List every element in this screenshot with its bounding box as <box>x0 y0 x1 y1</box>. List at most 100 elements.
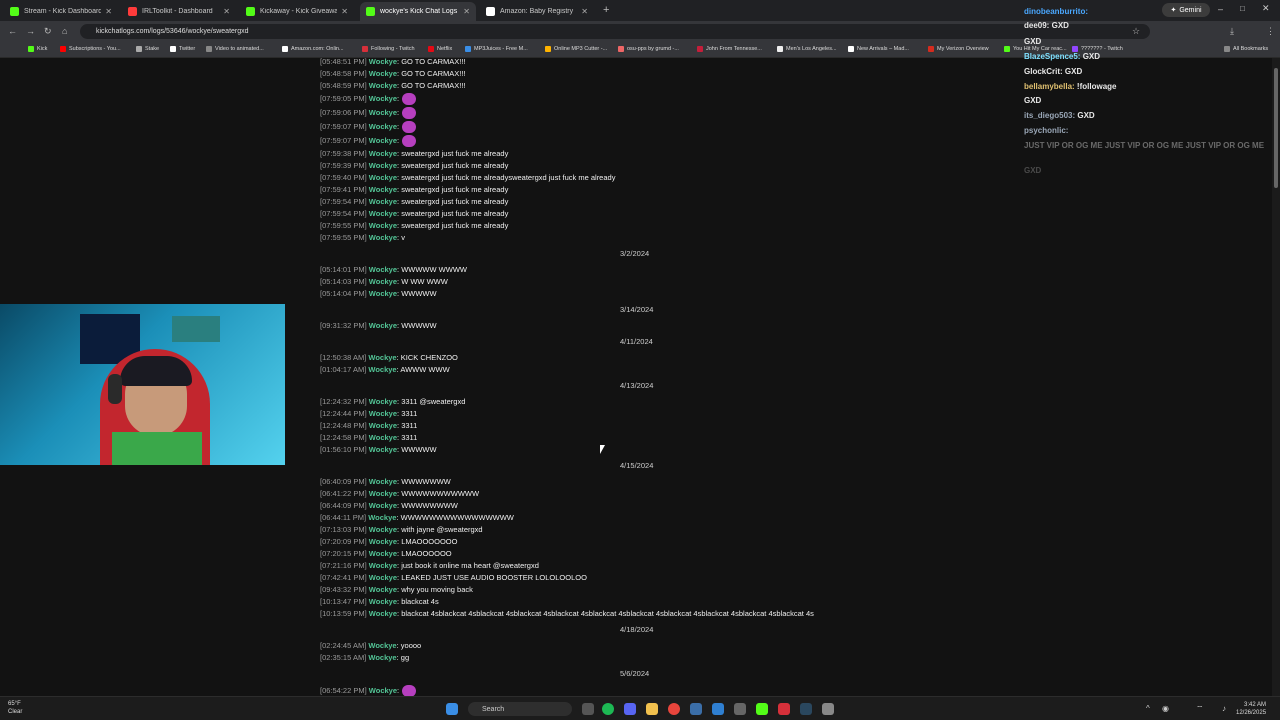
username[interactable]: Wockye <box>369 609 397 618</box>
chrome-icon[interactable] <box>668 703 680 715</box>
reload-icon[interactable]: ↻ <box>44 26 52 37</box>
tab-2[interactable]: IRLToolkit - Dashboard ✕ <box>122 2 236 21</box>
volume-icon[interactable]: ♪ <box>1222 704 1226 713</box>
tray-network-icon[interactable]: ⌔ <box>1196 704 1204 714</box>
chat-log-row: [05:48:59 PM] Wockye: GO TO CARMAX!!! <box>320 81 466 90</box>
steam-icon[interactable] <box>800 703 812 715</box>
message-text: LMAOOOOOO <box>401 549 452 558</box>
forward-icon[interactable]: → <box>26 26 35 36</box>
username[interactable]: Wockye <box>368 513 396 522</box>
username[interactable]: Wockye <box>369 445 397 454</box>
kick-icon[interactable] <box>756 703 768 715</box>
task-view-icon[interactable] <box>582 703 594 715</box>
timestamp: [07:59:39 PM] <box>320 161 367 170</box>
back-icon[interactable]: ← <box>8 26 17 36</box>
tray-app-icon[interactable]: ◉ <box>1162 704 1169 713</box>
bookmark-item[interactable]: Twitter <box>170 46 195 52</box>
username[interactable]: Wockye <box>369 58 397 66</box>
bookmark-item[interactable]: John From Tennesse... <box>697 46 762 52</box>
username[interactable]: Wockye <box>369 81 397 90</box>
username[interactable]: Wockye <box>369 501 397 510</box>
username[interactable]: Wockye <box>369 561 397 570</box>
username[interactable]: Wockye <box>368 353 396 362</box>
bookmark-item[interactable]: New Arrivals – Mad... <box>848 46 909 52</box>
username[interactable]: Wockye <box>369 265 397 274</box>
taskbar-search[interactable]: Search <box>468 702 572 716</box>
tab-4[interactable]: wockye's Kick Chat Logs in swe ✕ <box>360 2 476 21</box>
bookmark-item[interactable]: Subscriptions - You... <box>60 46 121 52</box>
username[interactable]: Wockye <box>369 686 397 695</box>
file-explorer-icon[interactable] <box>646 703 658 715</box>
username[interactable]: Wockye <box>369 489 397 498</box>
bookmark-item[interactable]: Amazon.com: Onlin... <box>282 46 344 52</box>
username[interactable]: Wockye <box>369 136 397 145</box>
close-tab-icon[interactable]: ✕ <box>341 7 348 16</box>
username[interactable]: Wockye <box>368 641 396 650</box>
username[interactable]: Wockye <box>369 221 397 230</box>
username[interactable]: Wockye <box>369 549 397 558</box>
username[interactable]: Wockye <box>369 122 397 131</box>
bookmark-item[interactable]: Following - Twitch <box>362 46 415 52</box>
app-icon-3[interactable] <box>734 703 746 715</box>
bookmark-favicon-icon <box>465 46 471 52</box>
url-input[interactable]: kickchatlogs.com/logs/53646/wockye/sweat… <box>80 24 1150 39</box>
settings-icon[interactable] <box>822 703 834 715</box>
tray-overflow-icon[interactable]: ^ <box>1146 704 1150 713</box>
chat-log-row: [06:54:22 PM] Wockye: <box>320 685 417 696</box>
username[interactable]: Wockye <box>369 94 397 103</box>
username[interactable]: Wockye <box>368 365 396 374</box>
username[interactable]: Wockye <box>369 397 397 406</box>
new-tab-button[interactable]: + <box>603 4 609 16</box>
username[interactable]: Wockye <box>369 477 397 486</box>
username[interactable]: Wockye <box>369 409 397 418</box>
bookmark-item[interactable]: Video to animated... <box>206 46 264 52</box>
tab-3[interactable]: Kickaway - Kick Giveaway Tool✕ <box>240 2 354 21</box>
app-icon-2[interactable] <box>712 703 724 715</box>
tab-1[interactable]: Stream - Kick Dashboard ✕ <box>4 2 118 21</box>
scrollbar[interactable] <box>1272 58 1280 696</box>
username[interactable]: Wockye <box>369 197 397 206</box>
home-icon[interactable]: ⌂ <box>62 26 67 36</box>
bookmark-item[interactable]: Online MP3 Cutter -... <box>545 46 607 52</box>
discord-icon[interactable] <box>624 703 636 715</box>
username[interactable]: Wockye <box>369 209 397 218</box>
chat-log-row: [10:13:47 PM] Wockye: blackcat 4s <box>320 597 439 606</box>
bookmark-item[interactable]: Kick <box>28 46 47 52</box>
bookmark-item[interactable]: osu-pps by grumd -... <box>618 46 679 52</box>
app-icon-1[interactable] <box>690 703 702 715</box>
username[interactable]: Wockye <box>369 149 397 158</box>
username[interactable]: Wockye <box>369 69 397 78</box>
scrollbar-thumb[interactable] <box>1274 68 1278 188</box>
bookmark-item[interactable]: Netflix <box>428 46 452 52</box>
username[interactable]: Wockye <box>369 233 397 242</box>
weather-widget[interactable]: 65°F Clear <box>8 700 22 716</box>
close-tab-icon[interactable]: ✕ <box>463 7 470 16</box>
username[interactable]: Wockye <box>369 321 397 330</box>
username[interactable]: Wockye <box>369 433 397 442</box>
tab-5[interactable]: Amazon: Baby Registry ✕ <box>480 2 594 21</box>
spotify-icon[interactable] <box>602 703 614 715</box>
username[interactable]: Wockye <box>369 537 397 546</box>
username[interactable]: Wockye <box>369 161 397 170</box>
bookmark-item[interactable]: MP3Juices - Free M... <box>465 46 528 52</box>
username[interactable]: Wockye <box>369 421 397 430</box>
username[interactable]: Wockye <box>369 108 397 117</box>
username[interactable]: Wockye <box>369 525 397 534</box>
username[interactable]: Wockye <box>369 597 397 606</box>
app-icon-4[interactable] <box>778 703 790 715</box>
username[interactable]: Wockye <box>369 277 397 286</box>
close-tab-icon[interactable]: ✕ <box>223 7 230 16</box>
windows-start-icon[interactable] <box>446 703 458 715</box>
clock[interactable]: 3:42 AM 12/26/2025 <box>1236 701 1266 717</box>
username[interactable]: Wockye <box>369 173 397 182</box>
bookmark-item[interactable]: Stake <box>136 46 159 52</box>
username[interactable]: Wockye <box>369 585 397 594</box>
username[interactable]: Wockye <box>369 573 397 582</box>
username[interactable]: Wockye <box>369 289 397 298</box>
username[interactable]: Wockye <box>368 653 396 662</box>
username[interactable]: Wockye <box>369 185 397 194</box>
bookmark-item[interactable]: Men's Los Angeles... <box>777 46 837 52</box>
close-tab-icon[interactable]: ✕ <box>581 7 588 16</box>
close-tab-icon[interactable]: ✕ <box>105 7 112 16</box>
bookmark-item[interactable]: My Verizon Overview <box>928 46 989 52</box>
